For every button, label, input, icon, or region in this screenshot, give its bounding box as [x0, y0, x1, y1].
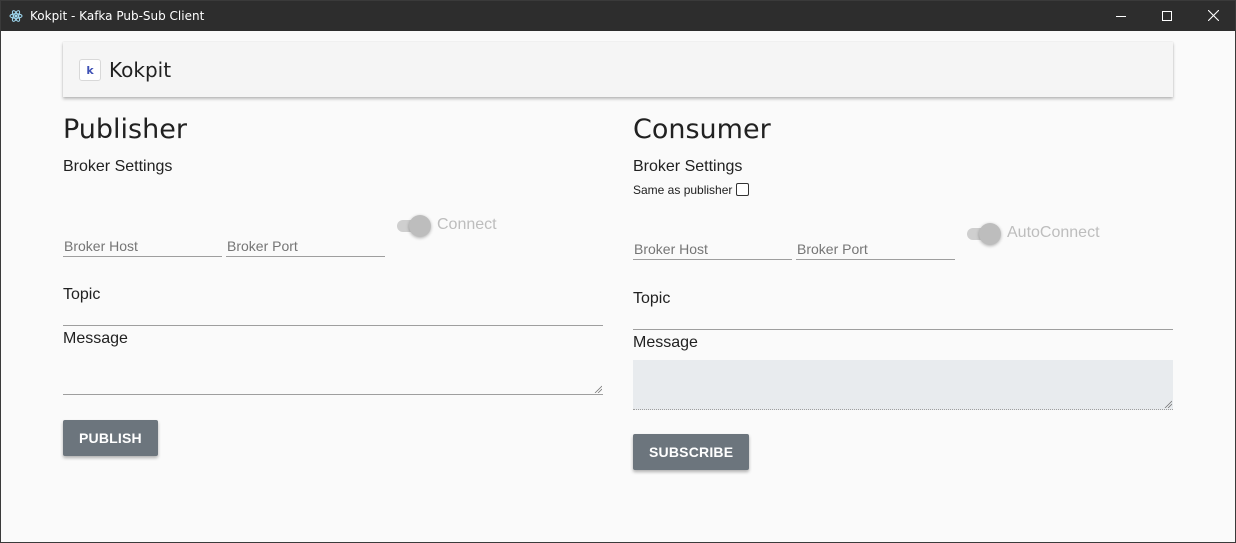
publisher-connect-label: Connect [437, 216, 497, 233]
publisher-broker-row: Broker Host Broker Port Connect [63, 215, 603, 257]
consumer-topic-label: Topic [633, 290, 671, 307]
publisher-connect-toggle[interactable] [397, 215, 431, 237]
minimize-icon [1116, 15, 1126, 17]
minimize-button[interactable] [1098, 0, 1144, 31]
consumer-broker-row: Broker Host Broker Port AutoConnect [633, 223, 1173, 260]
publisher-panel: Publisher Broker Settings Broker Host Br… [63, 112, 603, 456]
publisher-title: Publisher [63, 114, 187, 145]
publish-button[interactable]: PUBLISH [63, 420, 158, 456]
consumer-topic-input[interactable] [633, 309, 1173, 330]
publisher-message-textarea[interactable] [63, 349, 603, 395]
window-title: Kokpit - Kafka Pub-Sub Client [30, 8, 205, 23]
consumer-message-label: Message [633, 334, 698, 351]
consumer-broker-settings-heading: Broker Settings [633, 158, 743, 175]
publisher-message-label: Message [63, 330, 128, 347]
same-as-publisher-label: Same as publisher [633, 182, 733, 197]
publisher-broker-host-input[interactable]: Broker Host [63, 238, 222, 257]
consumer-autoconnect-label: AutoConnect [1007, 224, 1100, 241]
same-as-publisher-row: Same as publisher [633, 182, 1173, 197]
consumer-broker-port-input[interactable]: Broker Port [796, 241, 955, 260]
publisher-topic-label: Topic [63, 286, 101, 303]
consumer-message-textarea[interactable] [633, 360, 1173, 410]
resize-grip-icon[interactable] [1164, 400, 1172, 408]
kokpit-logo-icon: k [86, 64, 94, 76]
publisher-broker-port-input[interactable]: Broker Port [226, 238, 385, 257]
subscribe-button[interactable]: SUBSCRIBE [633, 434, 750, 470]
publisher-topic-input[interactable] [63, 305, 603, 326]
maximize-button[interactable] [1144, 0, 1190, 31]
window-controls [1098, 0, 1236, 31]
maximize-icon [1162, 10, 1172, 21]
publisher-broker-settings-heading: Broker Settings [63, 158, 173, 175]
publisher-broker-host-placeholder: Broker Host [64, 238, 138, 254]
consumer-broker-port-placeholder: Broker Port [797, 241, 868, 257]
same-as-publisher-checkbox[interactable] [736, 183, 750, 196]
consumer-title: Consumer [633, 114, 771, 145]
resize-grip-icon[interactable] [594, 385, 602, 393]
consumer-panel: Consumer Broker Settings Same as publish… [633, 112, 1173, 470]
consumer-broker-host-input[interactable]: Broker Host [633, 241, 792, 260]
consumer-autoconnect-toggle-row: AutoConnect [967, 223, 1100, 245]
app-brand: Kokpit [109, 57, 172, 82]
window-titlebar[interactable]: Kokpit - Kafka Pub-Sub Client [0, 0, 1236, 31]
app-header: k Kokpit [63, 42, 1173, 97]
publisher-broker-port-placeholder: Broker Port [227, 238, 298, 254]
consumer-autoconnect-toggle[interactable] [967, 223, 1001, 245]
consumer-broker-host-placeholder: Broker Host [634, 241, 708, 257]
close-button[interactable] [1190, 0, 1236, 31]
publisher-connect-toggle-row: Connect [397, 215, 497, 237]
electron-icon [9, 9, 23, 22]
kokpit-logo: k [79, 58, 101, 81]
close-icon [1207, 10, 1219, 21]
kokpit-logo-letter: k [86, 64, 94, 76]
